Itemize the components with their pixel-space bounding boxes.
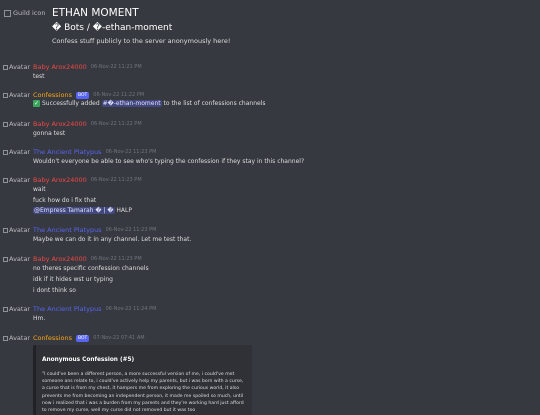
avatar[interactable]: Avatar [3,305,30,313]
message-timestamp: 06-Nov-22 11:24 PM [105,306,157,312]
message-author[interactable]: The Ancient Platypus [33,148,102,156]
broken-image-icon [3,335,8,341]
message-author[interactable]: Baby Arox24000 [33,63,87,71]
message-timestamp: 06-Nov-22 11:23 PM [90,177,142,183]
message-content: no theres specific confession channels [33,265,149,272]
message-timestamp: 06-Nov-22 11:21 PM [90,64,142,70]
message-author[interactable]: Confessions [33,334,72,342]
message-content: wait [33,186,46,193]
channel-description: Confess stuff publicly to the server ano… [52,37,231,45]
broken-image-icon [4,9,11,17]
message-content: i dont think so [33,287,76,294]
broken-image-icon [3,227,8,233]
message-content: Maybe we can do it in any channel. Let m… [33,236,192,243]
message-content: Hm. [33,315,46,322]
avatar[interactable]: Avatar [3,91,30,99]
message-timestamp: 06-Nov-22 11:23 PM [105,227,157,233]
broken-image-icon [3,121,8,127]
channel-path: � Bots / �-ethan-moment [52,23,173,33]
broken-image-icon [3,64,8,70]
message-content: idk if it hides wst ur typing [33,276,113,283]
bot-tag: BOT [75,334,90,342]
message-timestamp: 06-Nov-22 11:23 PM [90,256,142,262]
broken-image-icon [3,306,8,312]
message-author[interactable]: Confessions [33,91,72,99]
message-author[interactable]: The Ancient Platypus [33,226,102,234]
avatar[interactable]: Avatar [3,176,30,184]
broken-image-icon [3,177,8,183]
broken-image-icon [3,149,8,155]
channel-mention[interactable]: #�-ethan-moment [101,100,162,107]
message-timestamp: 06-Nov-22 11:22 PM [90,121,142,127]
guild-icon-alt: Guild icon [13,9,46,17]
bot-tag: BOT [75,91,90,99]
message-timestamp: 07-Nov-22 07:41 AM [93,335,145,341]
message-author[interactable]: Baby Arox24000 [33,255,87,263]
message-content: Wouldn't everyone be able to see who's t… [33,158,305,165]
avatar[interactable]: Avatar [3,334,30,342]
guild-icon: Guild icon [4,7,49,19]
message-author[interactable]: Baby Arox24000 [33,120,87,128]
avatar[interactable]: Avatar [3,226,30,234]
user-mention[interactable]: @Empress Tamarah � | � [33,207,115,214]
avatar[interactable]: Avatar [3,148,30,156]
broken-image-icon [3,256,8,262]
avatar[interactable]: Avatar [3,255,30,263]
message-timestamp: 06-Nov-22 11:22 PM [93,92,145,98]
embed-description: "I could've been a different person, a m… [42,372,244,414]
message-author[interactable]: The Ancient Platypus [33,305,102,313]
message-content: gonna test [33,130,66,137]
channel-header: Guild icon ETHAN MOMENT � Bots / �-ethan… [0,0,540,52]
broken-image-icon [3,92,8,98]
message-content: @Empress Tamarah � | � HALP [33,207,132,214]
avatar[interactable]: Avatar [3,63,30,71]
guild-name: ETHAN MOMENT [52,7,139,19]
message-author[interactable]: Baby Arox24000 [33,176,87,184]
message-content: fuck how do i fix that [33,197,97,204]
message-content: ✓ Successfully added #�-ethan-moment to t… [33,100,266,107]
avatar[interactable]: Avatar [3,120,30,128]
embed-title: Anonymous Confession (#5) [42,357,135,363]
message-timestamp: 06-Nov-22 11:23 PM [105,149,157,155]
message-content: test [33,73,45,80]
check-mark-icon: ✓ [33,100,40,107]
